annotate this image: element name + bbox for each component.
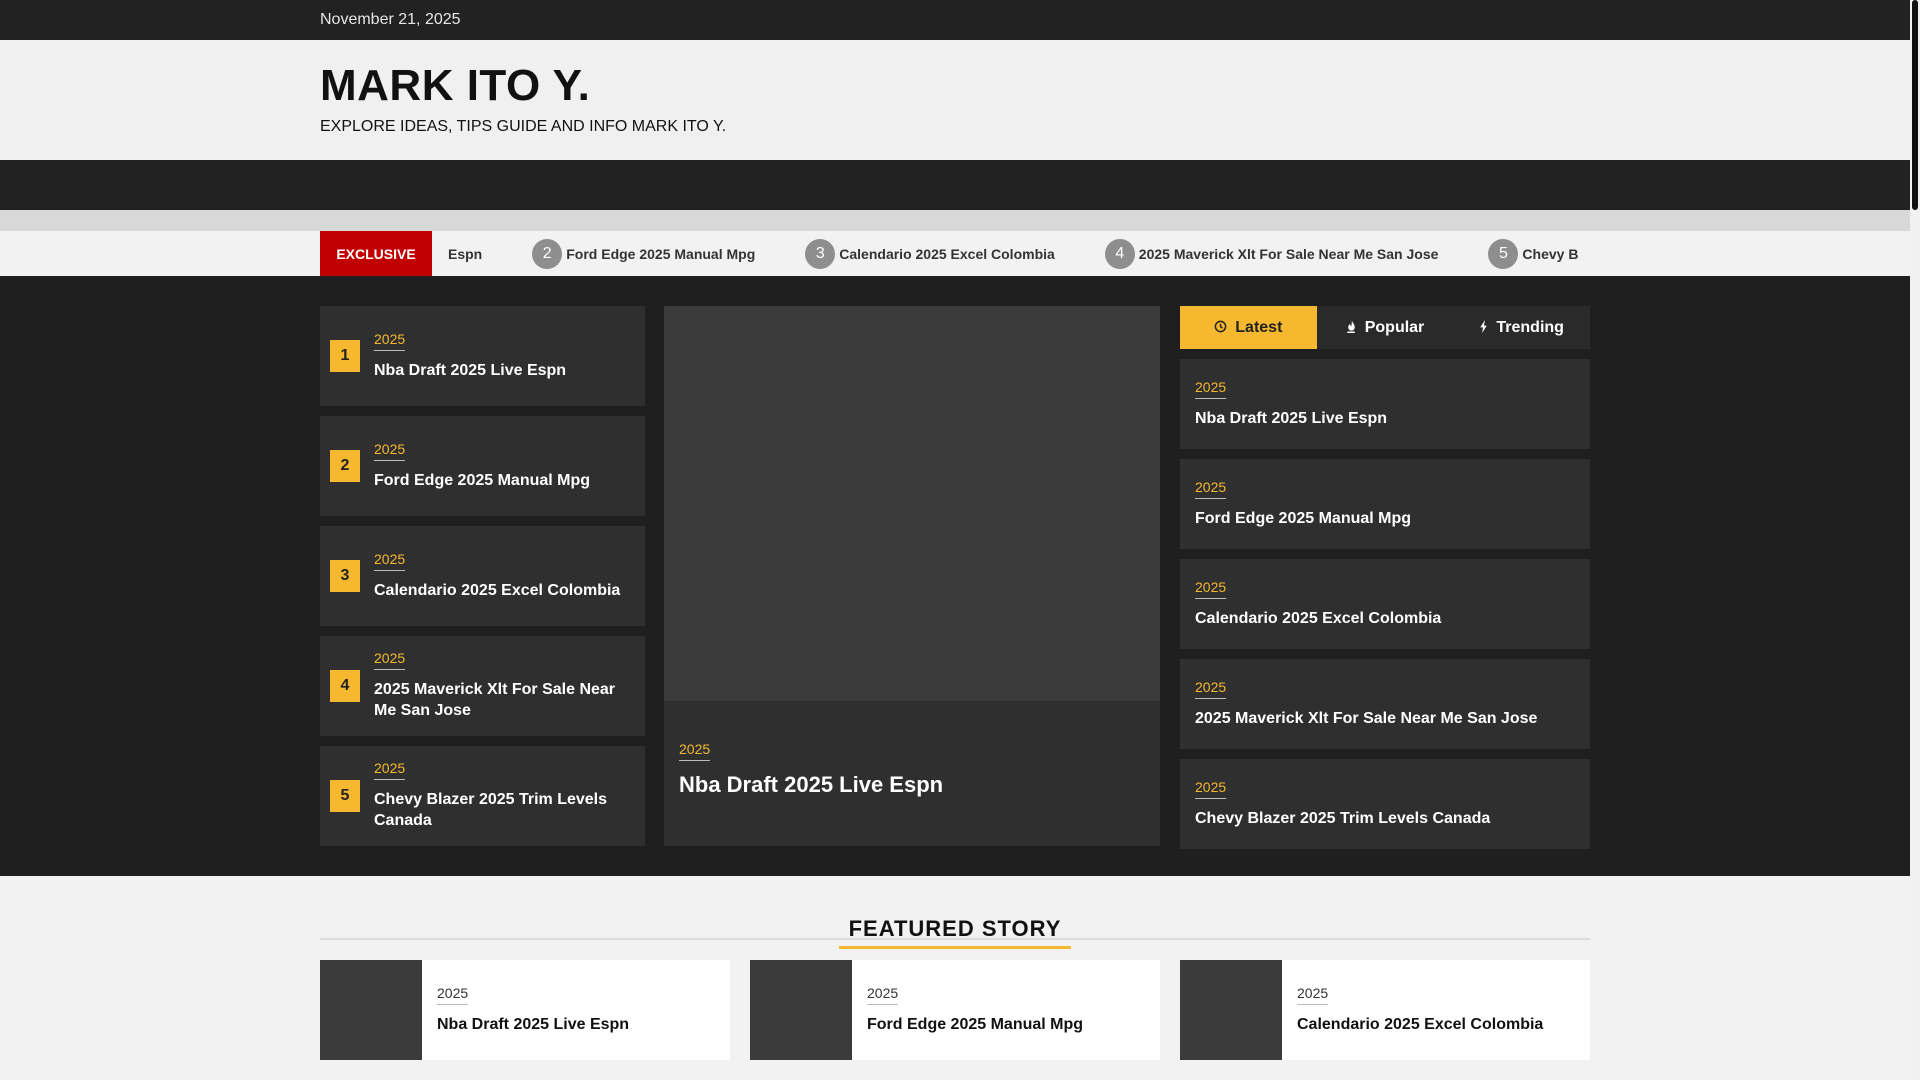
numbered-post-list: 1 2025 Nba Draft 2025 Live Espn 2 2025 F… (320, 306, 645, 856)
tabbed-posts-widget: Latest Popular Trending 2025 Nba Draft 2… (1180, 306, 1590, 849)
masthead: MARK ITO Y. EXPLORE IDEAS, TIPS GUIDE AN… (0, 40, 1910, 160)
featured-post-title[interactable]: Nba Draft 2025 Live Espn (679, 771, 1145, 800)
thumbnail-placeholder[interactable] (1180, 960, 1282, 1060)
post-category[interactable]: 2025 (374, 441, 406, 461)
scrollbar-thumb[interactable] (1912, 0, 1918, 210)
section-heading-text: FEATURED STORY (838, 916, 1072, 949)
tab-popular[interactable]: Popular (1317, 306, 1454, 349)
ticker-title: Calendario 2025 Excel Colombia (839, 245, 1055, 262)
post-title[interactable]: Ford Edge 2025 Manual Mpg (1195, 509, 1575, 530)
list-item: 2 2025 Ford Edge 2025 Manual Mpg (320, 416, 645, 516)
ticker-track: Espn 2 Ford Edge 2025 Manual Mpg 3 Calen… (432, 231, 1590, 276)
main-featured-post: 2025 Nba Draft 2025 Live Espn (664, 306, 1160, 846)
ticker-item[interactable]: 2 Ford Edge 2025 Manual Mpg (532, 238, 756, 269)
site-title[interactable]: MARK ITO Y. (320, 61, 590, 110)
tab-trending[interactable]: Trending (1453, 306, 1590, 349)
post-category[interactable]: 2025 (1297, 985, 1329, 1005)
post-title[interactable]: Chevy Blazer 2025 Trim Levels Canada (374, 790, 625, 832)
site-tagline: EXPLORE IDEAS, TIPS GUIDE AND INFO MARK … (320, 118, 727, 135)
tab-latest[interactable]: Latest (1180, 306, 1317, 349)
thumbnail-placeholder[interactable] (750, 960, 852, 1060)
featured-story-section: FEATURED STORY 2025 Nba Draft 2025 Live … (0, 876, 1910, 1080)
post-title[interactable]: Nba Draft 2025 Live Espn (437, 1015, 629, 1036)
tab-bar: Latest Popular Trending (1180, 306, 1590, 349)
post-title[interactable]: Ford Edge 2025 Manual Mpg (867, 1015, 1083, 1036)
list-item: 2025 Calendario 2025 Excel Colombia (1180, 559, 1590, 649)
post-category[interactable]: 2025 (1195, 679, 1227, 699)
ticker-title: Ford Edge 2025 Manual Mpg (566, 245, 756, 262)
list-item: 3 2025 Calendario 2025 Excel Colombia (320, 526, 645, 626)
post-number: 2 (330, 450, 360, 482)
post-title[interactable]: Calendario 2025 Excel Colombia (374, 581, 625, 602)
tab-label: Trending (1496, 318, 1564, 336)
post-category[interactable]: 2025 (374, 551, 406, 571)
featured-card: 2025 Calendario 2025 Excel Colombia (1180, 960, 1590, 1060)
post-title[interactable]: Nba Draft 2025 Live Espn (374, 361, 625, 382)
post-title[interactable]: 2025 Maverick Xlt For Sale Near Me San J… (374, 680, 625, 722)
post-category[interactable]: 2025 (374, 331, 406, 351)
ticker-title: 2025 Maverick Xlt For Sale Near Me San J… (1138, 245, 1439, 262)
featured-cards: 2025 Nba Draft 2025 Live Espn 2025 Ford … (320, 960, 1590, 1060)
list-item: 2025 Nba Draft 2025 Live Espn (1180, 359, 1590, 449)
ticker-item[interactable]: 4 2025 Maverick Xlt For Sale Near Me San… (1104, 238, 1439, 269)
post-title[interactable]: 2025 Maverick Xlt For Sale Near Me San J… (1195, 709, 1575, 730)
post-category[interactable]: 2025 (1195, 479, 1227, 499)
page: November 21, 2025 MARK ITO Y. EXPLORE ID… (0, 0, 1910, 1080)
ticker-item[interactable]: 5 Chevy B (1488, 238, 1579, 269)
post-number: 5 (330, 780, 360, 812)
list-item: 5 2025 Chevy Blazer 2025 Trim Levels Can… (320, 746, 645, 846)
featured-image-placeholder[interactable] (664, 306, 1160, 701)
nav-divider (0, 210, 1910, 231)
post-category[interactable]: 2025 (1195, 779, 1227, 799)
post-title[interactable]: Nba Draft 2025 Live Espn (1195, 409, 1575, 430)
post-number: 4 (330, 670, 360, 702)
news-ticker: EXCLUSIVE Espn 2 Ford Edge 2025 Manual M… (0, 231, 1910, 276)
top-bar: November 21, 2025 (0, 0, 1910, 40)
tab-label: Popular (1364, 318, 1425, 336)
post-category[interactable]: 2025 (679, 741, 711, 761)
page-scrollbar[interactable] (1910, 0, 1920, 1080)
ticker-number: 3 (805, 238, 836, 269)
ticker-number: 4 (1104, 238, 1135, 269)
ticker-number: 2 (532, 238, 563, 269)
ticker-item-partial[interactable]: Espn (432, 246, 482, 262)
main-nav-bar (0, 160, 1910, 210)
list-item: 4 2025 2025 Maverick Xlt For Sale Near M… (320, 636, 645, 736)
featured-card: 2025 Nba Draft 2025 Live Espn (320, 960, 730, 1060)
featured-card: 2025 Ford Edge 2025 Manual Mpg (750, 960, 1160, 1060)
list-item: 2025 2025 Maverick Xlt For Sale Near Me … (1180, 659, 1590, 749)
ticker-item[interactable]: 3 Calendario 2025 Excel Colombia (805, 238, 1055, 269)
list-item: 2025 Chevy Blazer 2025 Trim Levels Canad… (1180, 759, 1590, 849)
tab-label: Latest (1235, 318, 1283, 336)
section-heading: FEATURED STORY (320, 916, 1590, 949)
post-category[interactable]: 2025 (374, 760, 406, 781)
post-category[interactable]: 2025 (1195, 579, 1227, 599)
post-category[interactable]: 2025 (374, 650, 406, 671)
list-item: 1 2025 Nba Draft 2025 Live Espn (320, 306, 645, 406)
post-number: 1 (330, 340, 360, 372)
clock-icon (1214, 320, 1227, 336)
ticker-title: Chevy B (1522, 245, 1579, 262)
post-category[interactable]: 2025 (867, 985, 899, 1005)
post-title[interactable]: Calendario 2025 Excel Colombia (1195, 609, 1575, 630)
post-category[interactable]: 2025 (437, 985, 469, 1005)
thumbnail-placeholder[interactable] (320, 960, 422, 1060)
post-title[interactable]: Chevy Blazer 2025 Trim Levels Canada (1195, 809, 1575, 830)
bolt-icon (1479, 319, 1488, 336)
flame-icon (1346, 319, 1357, 336)
top-stories-section: 1 2025 Nba Draft 2025 Live Espn 2 2025 F… (0, 276, 1910, 876)
list-item: 2025 Ford Edge 2025 Manual Mpg (1180, 459, 1590, 549)
exclusive-label: EXCLUSIVE (320, 231, 432, 276)
post-category[interactable]: 2025 (1195, 379, 1227, 399)
ticker-number: 5 (1488, 238, 1519, 269)
post-title[interactable]: Calendario 2025 Excel Colombia (1297, 1015, 1543, 1036)
post-number: 3 (330, 560, 360, 592)
current-date: November 21, 2025 (320, 11, 461, 28)
post-title[interactable]: Ford Edge 2025 Manual Mpg (374, 471, 625, 492)
